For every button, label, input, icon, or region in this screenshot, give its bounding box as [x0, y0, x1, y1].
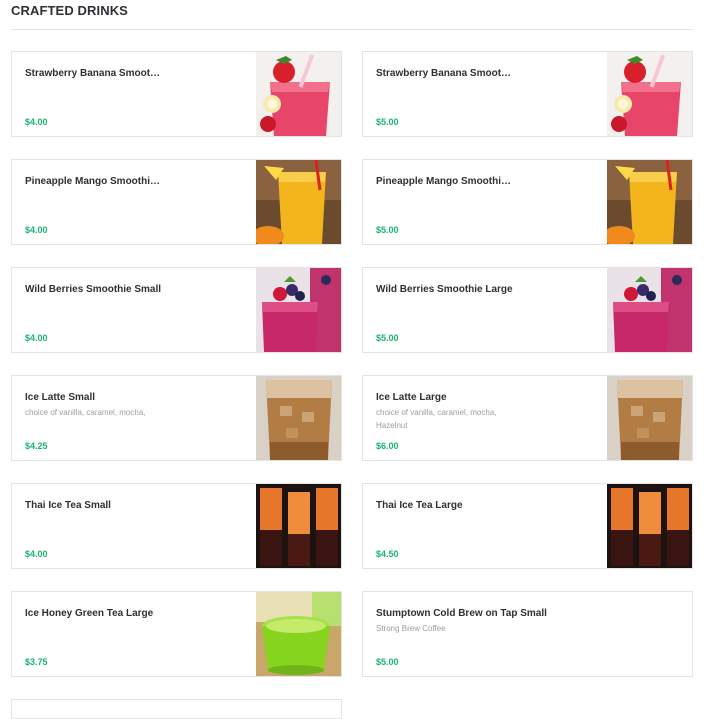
menu-item-name: Wild Berries Smoothie Small: [25, 284, 162, 295]
menu-item-info: Thai Ice Tea Large $4.50: [376, 484, 591, 568]
menu-item-name: Strawberry Banana Smoothie Large: [376, 68, 516, 79]
menu-item-price: $4.25: [25, 441, 48, 451]
menu-item-info: Thai Ice Tea Small $4.00: [25, 484, 240, 568]
menu-item-info: Ice Honey Green Tea Large $3.75: [25, 592, 240, 676]
menu-item-price: $5.00: [376, 333, 399, 343]
menu-item-description: choice of vanilla, caramel, mocha, Hazel…: [376, 408, 497, 430]
menu-item-card[interactable]: Strawberry Banana Smoothie Large $5.00: [362, 51, 693, 137]
menu-item-price: $6.00: [376, 441, 399, 451]
menu-item-name: Stumptown Cold Brew on Tap Small: [376, 608, 547, 619]
strawberry-banana-smoothie-image: [607, 52, 692, 136]
menu-item-info: Ice Latte Large choice of vanilla, caram…: [376, 376, 591, 460]
menu-item-price: $4.00: [25, 225, 48, 235]
menu-item-name: Ice Latte Large: [376, 392, 447, 403]
menu-item-info: Pineapple Mango Smoothie Small $4.00: [25, 160, 240, 244]
thai-ice-tea-image: [256, 484, 341, 568]
menu-item-info: Stumptown Cold Brew on Tap Small Strong …: [376, 592, 591, 676]
menu-item-description: Strong Brew Coffee: [376, 624, 446, 633]
menu-item-price: $3.75: [25, 657, 48, 667]
menu-item-info: Ice Latte Small choice of vanilla, caram…: [25, 376, 240, 460]
wild-berries-smoothie-image: [256, 268, 341, 352]
menu-item-card[interactable]: Stumptown Cold Brew on Tap Small Strong …: [362, 591, 693, 677]
menu-item-info: Strawberry Banana Smoothie Large $5.00: [376, 52, 591, 136]
menu-item-name: Strawberry Banana Smoothie Small: [25, 68, 165, 79]
menu-item-price: $4.50: [376, 549, 399, 559]
menu-item-name: Pineapple Mango Smoothie Small: [25, 176, 165, 187]
menu-grid: Strawberry Banana Smoothie Small $4.00 S…: [11, 51, 693, 719]
honey-green-tea-image: [256, 592, 341, 676]
menu-item-description: choice of vanilla, caramel, mocha,: [25, 408, 146, 417]
menu-item-price: $4.00: [25, 333, 48, 343]
pineapple-mango-smoothie-image: [256, 160, 341, 244]
menu-item-card[interactable]: [11, 699, 342, 719]
menu-item-card[interactable]: Pineapple Mango Smoothie Large $5.00: [362, 159, 693, 245]
menu-item-info: Strawberry Banana Smoothie Small $4.00: [25, 52, 240, 136]
menu-item-name: Thai Ice Tea Large: [376, 500, 463, 511]
menu-item-name: Ice Honey Green Tea Large: [25, 608, 154, 619]
thai-ice-tea-image: [607, 484, 692, 568]
menu-item-card[interactable]: Thai Ice Tea Large $4.50: [362, 483, 693, 569]
menu-item-card[interactable]: Thai Ice Tea Small $4.00: [11, 483, 342, 569]
menu-item-price: $5.00: [376, 117, 399, 127]
menu-item-price: $5.00: [376, 657, 399, 667]
menu-item-name: Thai Ice Tea Small: [25, 500, 111, 511]
menu-item-info: Wild Berries Smoothie Large $5.00: [376, 268, 591, 352]
pineapple-mango-smoothie-image: [607, 160, 692, 244]
menu-item-price: $5.00: [376, 225, 399, 235]
ice-latte-image: [256, 376, 341, 460]
menu-item-price: $4.00: [25, 117, 48, 127]
menu-item-name: Wild Berries Smoothie Large: [376, 284, 513, 295]
menu-item-name: Ice Latte Small: [25, 392, 96, 403]
wild-berries-smoothie-image: [607, 268, 692, 352]
menu-item-price: $4.00: [25, 549, 48, 559]
section-divider: [11, 29, 693, 30]
menu-item-card[interactable]: Pineapple Mango Smoothie Small $4.00: [11, 159, 342, 245]
menu-item-card[interactable]: Wild Berries Smoothie Small $4.00: [11, 267, 342, 353]
menu-item-card[interactable]: Strawberry Banana Smoothie Small $4.00: [11, 51, 342, 137]
ice-latte-image: [607, 376, 692, 460]
section-title: CRAFTED DRINKS: [11, 3, 128, 18]
menu-item-card[interactable]: Ice Latte Small choice of vanilla, caram…: [11, 375, 342, 461]
menu-item-card[interactable]: Wild Berries Smoothie Large $5.00: [362, 267, 693, 353]
menu-item-name: Pineapple Mango Smoothie Large: [376, 176, 516, 187]
menu-item-info: Wild Berries Smoothie Small $4.00: [25, 268, 240, 352]
menu-item-card[interactable]: Ice Honey Green Tea Large $3.75: [11, 591, 342, 677]
menu-item-info: Pineapple Mango Smoothie Large $5.00: [376, 160, 591, 244]
menu-item-card[interactable]: Ice Latte Large choice of vanilla, caram…: [362, 375, 693, 461]
strawberry-banana-smoothie-image: [256, 52, 341, 136]
